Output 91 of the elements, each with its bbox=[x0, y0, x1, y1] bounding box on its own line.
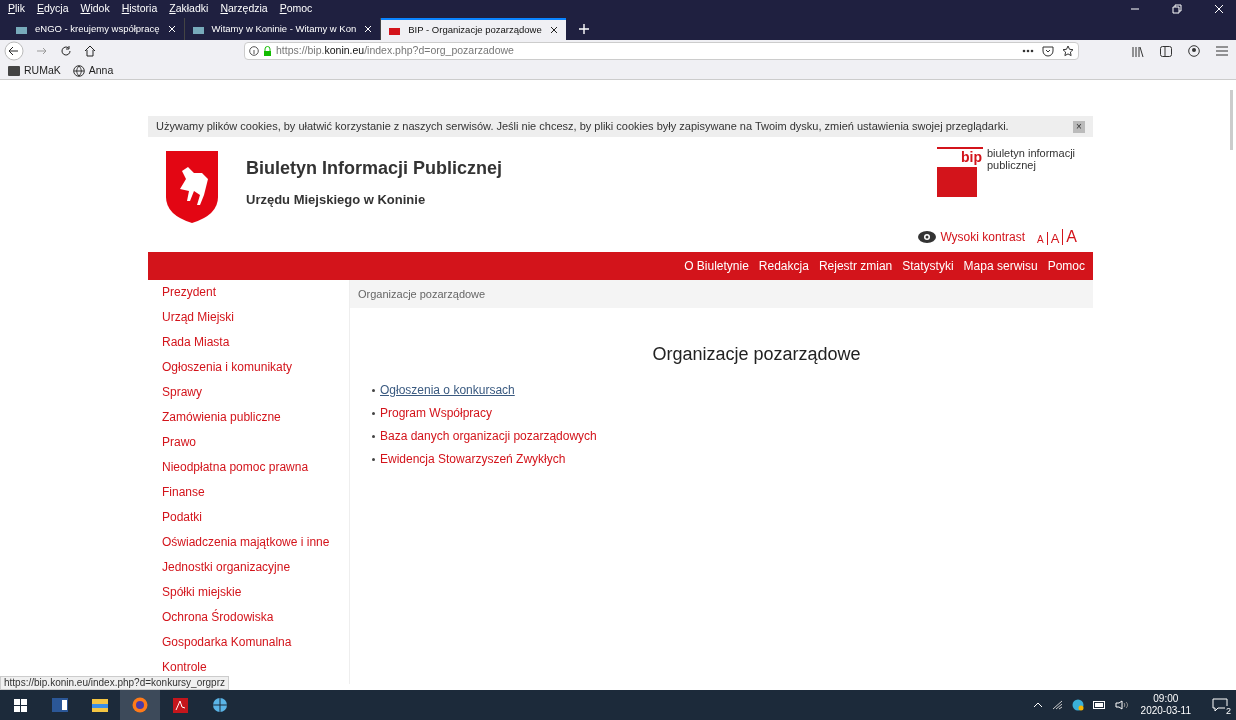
sidebar-link[interactable]: Gospodarka Komunalna bbox=[162, 634, 349, 659]
close-button[interactable]: × bbox=[1073, 120, 1085, 133]
padlock-icon bbox=[263, 46, 272, 56]
notification-badge: 2 bbox=[1225, 706, 1232, 716]
menu-icon[interactable] bbox=[1216, 46, 1228, 56]
sidebar-link[interactable]: Podatki bbox=[162, 509, 349, 534]
address-bar[interactable]: https://bip.konin.eu/index.php?d=org_pozarzadowe bbox=[244, 42, 1079, 60]
site-title: Biuletyn Informacji Publicznej bbox=[246, 157, 503, 180]
nav-link[interactable]: Redakcja bbox=[758, 257, 809, 275]
star-icon[interactable] bbox=[1062, 45, 1074, 57]
info-icon bbox=[249, 46, 259, 56]
battery-icon[interactable] bbox=[1092, 701, 1106, 709]
eye-icon bbox=[918, 231, 937, 243]
sidebar-link[interactable]: Urząd Miejski bbox=[162, 309, 349, 334]
sidebar-link[interactable]: Ogłoszenia i komunikaty bbox=[162, 359, 349, 384]
sidebar-link[interactable]: Nieodpłatna pomoc prawna bbox=[162, 459, 349, 484]
content-link[interactable]: Program Współpracy bbox=[380, 405, 493, 421]
menu-item[interactable]: Pomoc bbox=[279, 1, 313, 17]
sidebar-link[interactable]: Prezydent bbox=[162, 284, 349, 309]
tab-title: BIP - Organizacje pozarządowe bbox=[408, 22, 542, 37]
menu-item[interactable]: Edycja bbox=[36, 1, 69, 17]
restore-icon[interactable] bbox=[1172, 4, 1182, 14]
page-heading: Organizacje pozarządowe bbox=[651, 343, 862, 366]
sidebar-link[interactable]: Spółki miejskie bbox=[162, 584, 349, 609]
home-icon[interactable] bbox=[84, 45, 96, 57]
bip-text: biuletyn informacji publicznej bbox=[987, 147, 1077, 171]
favicon-icon bbox=[192, 24, 204, 34]
more-icon[interactable] bbox=[1022, 49, 1034, 53]
content-link[interactable]: Ewidencja Stowarzyszeń Zwykłych bbox=[380, 451, 566, 467]
notification-icon[interactable] bbox=[1212, 698, 1228, 712]
content-link[interactable]: Ogłoszenia o konkursach bbox=[380, 382, 515, 398]
bookmark[interactable]: Anna bbox=[72, 62, 114, 79]
tab-title: eNGO - kreujemy współpracę bbox=[35, 21, 160, 36]
pdf-icon bbox=[172, 697, 188, 713]
font-size-link[interactable]: A bbox=[1046, 232, 1060, 245]
bookmark[interactable]: RUMaK bbox=[8, 62, 61, 79]
coat-of-arms-icon bbox=[164, 149, 220, 225]
sidebar-link[interactable]: Zamówienia publiczne bbox=[162, 409, 349, 434]
favicon-icon bbox=[389, 25, 401, 35]
back-icon[interactable] bbox=[4, 41, 24, 61]
menu-item[interactable]: Plik bbox=[8, 1, 25, 17]
library-icon[interactable] bbox=[1132, 45, 1144, 57]
close-icon[interactable] bbox=[549, 26, 558, 34]
pocket-icon[interactable] bbox=[1042, 45, 1054, 57]
sidebar-link[interactable]: Prawo bbox=[162, 434, 349, 459]
sidebar-link[interactable]: Oświadczenia majątkowe i inne bbox=[162, 534, 349, 559]
browser-icon bbox=[132, 697, 148, 713]
nav-link[interactable]: Statystyki bbox=[902, 257, 954, 275]
contrast-link[interactable]: Wysoki kontrast bbox=[940, 228, 1025, 246]
sidebar-icon[interactable] bbox=[1160, 45, 1172, 57]
windows-icon bbox=[13, 698, 27, 712]
account-icon[interactable] bbox=[1188, 45, 1200, 57]
nav-link[interactable]: Mapa serwisu bbox=[963, 257, 1038, 275]
nav-link[interactable]: Rejestr zmian bbox=[818, 257, 893, 275]
content-link[interactable]: Baza danych organizacji pozarządowych bbox=[380, 428, 597, 444]
cookie-text: Używamy plików cookies, by ułatwić korzystanie z naszych serwisów. Jeśli nie chcesz, by pliki cookies były zapisywane na Twoim dysku, zmień ustawienia swojej przeglądarki. bbox=[156, 119, 1009, 135]
sidebar-link[interactable]: Finanse bbox=[162, 484, 349, 509]
sidebar-link[interactable]: Ochrona Środowiska bbox=[162, 609, 349, 634]
site-subtitle: Urzędu Miejskiego w Koninie bbox=[246, 191, 427, 209]
menu-item[interactable]: Zakładki bbox=[169, 1, 209, 17]
bip-logo: bip bbox=[937, 147, 983, 205]
clock[interactable]: 09:00 2020-03-11 bbox=[1140, 693, 1191, 717]
browser-tab[interactable]: BIP - Organizacje pozarządowe bbox=[381, 18, 566, 40]
font-size-link[interactable]: A bbox=[1037, 235, 1044, 245]
breadcrumb: Organizacje pozarządowe bbox=[358, 286, 486, 302]
speaker-icon[interactable] bbox=[1114, 700, 1128, 710]
sidebar-link[interactable]: Jednostki organizacyjne bbox=[162, 559, 349, 584]
url-text: https://bip.konin.eu/index.php?d=org_pozarzadowe bbox=[276, 43, 514, 59]
nav-link[interactable]: Pomoc bbox=[1047, 257, 1085, 275]
favicon-icon bbox=[16, 24, 27, 34]
new-tab-icon[interactable] bbox=[577, 23, 590, 35]
sidebar-link[interactable]: Sprawy bbox=[162, 384, 349, 409]
nav-link[interactable]: O Biuletynie bbox=[684, 257, 749, 275]
scrollbar bbox=[1230, 90, 1233, 150]
globe-icon bbox=[212, 697, 228, 713]
bullet-icon bbox=[372, 411, 375, 415]
chevron-up-icon[interactable] bbox=[1032, 702, 1043, 708]
bullet-icon bbox=[372, 457, 375, 461]
menu-item[interactable]: Narzędzia bbox=[220, 1, 268, 17]
status-url: https://bip.konin.eu/index.php?d=konkursy_orgprz bbox=[0, 676, 229, 690]
tab-title: Witamy w Koninie - Witamy w Kon bbox=[211, 21, 357, 36]
wifi-icon[interactable] bbox=[1051, 700, 1063, 710]
menu-item[interactable]: Widok bbox=[80, 1, 110, 17]
app-tray-icon[interactable] bbox=[1071, 699, 1084, 711]
bullet-icon bbox=[372, 434, 375, 438]
bullet-icon bbox=[372, 388, 375, 392]
sidebar-link[interactable]: Rada Miasta bbox=[162, 334, 349, 359]
globe-icon bbox=[72, 64, 85, 77]
font-size-link[interactable]: A bbox=[1062, 229, 1077, 245]
menu-item[interactable]: Historia bbox=[121, 1, 158, 17]
reload-icon[interactable] bbox=[60, 45, 72, 57]
